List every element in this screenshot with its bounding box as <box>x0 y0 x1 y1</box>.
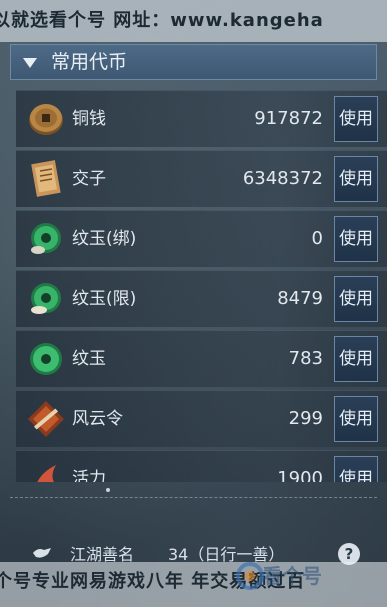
copper-coin-icon <box>29 104 63 135</box>
currency-name: 风云令 <box>72 409 123 429</box>
section-header-common-currency[interactable]: 常用代币 <box>10 44 377 80</box>
currency-row-fengyun: 风云令 299 使用 <box>16 390 387 447</box>
scroll-dot <box>106 488 110 492</box>
use-button-copper[interactable]: 使用 <box>334 96 378 142</box>
watermark-bottom: 个号专业网易游戏八年 年交易额过百 <box>0 562 387 607</box>
brand-text: 看个号 <box>262 564 322 588</box>
use-button-jiaozi[interactable]: 使用 <box>334 156 378 202</box>
currency-panel: 常用代币 铜钱 917872 使用 交子 6348372 使用 纹玉(绑) 0 … <box>10 42 387 482</box>
reputation-icon <box>33 548 51 558</box>
currency-name: 纹玉 <box>72 349 106 369</box>
fengyun-token-icon <box>28 401 64 437</box>
use-button-fengyun[interactable]: 使用 <box>334 396 378 442</box>
watermark-top-text: 以就选看个号 网址：www.kangeha <box>0 10 324 31</box>
currency-name: 纹玉(限) <box>72 289 137 309</box>
use-button-jade[interactable]: 使用 <box>334 336 378 382</box>
section-title: 常用代币 <box>51 51 128 73</box>
currency-value: 917872 <box>254 108 323 129</box>
currency-row-vitality: 活力 1900 使用 <box>16 450 387 482</box>
currency-value: 0 <box>311 228 323 249</box>
currency-name: 活力 <box>72 469 106 482</box>
currency-value: 783 <box>288 348 323 369</box>
watermark-top: 以就选看个号 网址：www.kangeha <box>0 0 387 42</box>
currency-value: 8479 <box>277 288 323 309</box>
currency-row-jade-bound: 纹玉(绑) 0 使用 <box>16 210 387 267</box>
use-button-jade-bound[interactable]: 使用 <box>334 216 378 262</box>
use-button-jade-limited[interactable]: 使用 <box>334 276 378 322</box>
currency-row-copper: 铜钱 917872 使用 <box>16 90 387 147</box>
use-button-vitality[interactable]: 使用 <box>334 456 378 482</box>
vitality-icon <box>37 465 56 482</box>
currency-value: 6348372 <box>242 168 323 189</box>
collapse-triangle-icon[interactable] <box>23 58 37 68</box>
currency-row-jade: 纹玉 783 使用 <box>16 330 387 387</box>
section-divider <box>10 497 377 498</box>
jade-bound-icon <box>31 223 61 254</box>
currency-value: 299 <box>288 408 323 429</box>
currency-name: 纹玉(绑) <box>72 229 137 249</box>
currency-name: 交子 <box>72 169 106 189</box>
currency-name: 铜钱 <box>72 109 106 129</box>
jade-limited-icon <box>31 283 61 314</box>
jade-icon <box>30 343 62 375</box>
currency-row-jade-limited: 纹玉(限) 8479 使用 <box>16 270 387 327</box>
jiaozi-note-icon <box>31 160 61 197</box>
currency-value: 1900 <box>277 468 323 482</box>
currency-row-jiaozi: 交子 6348372 使用 <box>16 150 387 207</box>
